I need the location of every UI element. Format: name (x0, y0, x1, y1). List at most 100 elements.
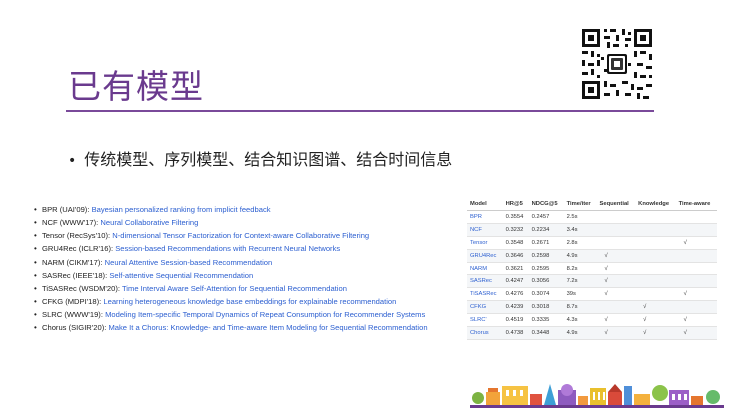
table-row: Tensor 0.3548 0.2671 2.8s √ (467, 236, 717, 250)
table-row: GRU4Rec 0.3646 0.2598 4.9s √ (467, 249, 717, 263)
cell-time-aware (675, 223, 717, 237)
reference-link[interactable]: Neural Attentive Session-based Recommend… (105, 258, 273, 267)
cell-knowledge (635, 249, 676, 263)
header-ndcg5: NDCG@5 (528, 197, 564, 211)
header-knowledge: Knowledge (635, 197, 676, 211)
cell-hr5: 0.4738 (502, 326, 529, 340)
cell-model: CFKG (467, 300, 503, 315)
cell-time: 3.4s (563, 223, 597, 237)
cell-hr5: 0.3646 (502, 249, 529, 263)
reference-name: NARM (CIKM'17): (42, 257, 103, 267)
cell-hr5: 0.4239 (502, 300, 529, 315)
reference-link[interactable]: Self-attentive Sequential Recommendation (109, 271, 253, 280)
cell-time: 2.5s (563, 210, 597, 224)
list-item: • BPR (UAI'09): Bayesian personalized ran… (34, 205, 271, 214)
title-divider (66, 110, 654, 112)
header-model: Model (467, 197, 503, 211)
cell-time: 8.2s (563, 262, 597, 276)
cell-time-aware: √ (675, 326, 717, 340)
cell-time: 4.9s (563, 326, 597, 340)
list-item: • TiSASRec (WSDM'20): Time Interval Aware… (34, 283, 347, 293)
cell-ndcg5: 0.2595 (528, 262, 564, 276)
table-header-row: Model HR@5 NDCG@5 Time/iter Sequential K… (467, 197, 717, 211)
cell-model: GRU4Rec (467, 249, 503, 263)
cell-time: 2.8s (563, 236, 597, 250)
cell-knowledge: √ (635, 326, 676, 340)
cell-time-aware (675, 300, 717, 315)
reference-name: SLRC (WWW'19): (42, 310, 103, 320)
header-time-iter: Time/iter (563, 197, 597, 211)
reference-link[interactable]: Bayesian personalized ranking from impli… (92, 205, 271, 214)
cell-sequential (596, 236, 636, 250)
cell-hr5: 0.3554 (502, 210, 529, 224)
table-row: NCF 0.3232 0.2234 3.4s (467, 223, 717, 237)
cell-model: Chorus (467, 326, 503, 340)
bullet-dot: • (68, 153, 77, 169)
cell-model: SLRC' (467, 313, 503, 328)
table-row: CFKG 0.4239 0.3018 8.7s √ (467, 300, 717, 315)
cell-sequential: √ (596, 249, 636, 263)
cell-knowledge (635, 223, 676, 237)
cell-hr5: 0.3548 (502, 236, 529, 250)
cell-time: 7.2s (563, 274, 597, 289)
bullet-text: 传统模型、序列模型、结合知识图谱、结合时间信息 (84, 150, 453, 169)
cell-ndcg5: 0.3018 (528, 300, 564, 315)
reference-name: GRU4Rec (ICLR'16): (42, 244, 114, 254)
cell-model: SASRec (467, 274, 503, 289)
cell-knowledge (635, 262, 676, 276)
reference-link[interactable]: Neural Collaborative Filtering (100, 218, 198, 227)
reference-list: • BPR (UAI'09): Bayesian personalized ran… (34, 203, 464, 335)
results-table: Model HR@5 NDCG@5 Time/iter Sequential K… (467, 197, 717, 340)
list-item: • CFKG (MDPI'18): Learning heterogeneous … (34, 297, 397, 307)
cell-knowledge (635, 210, 676, 224)
reference-link[interactable]: Learning heterogeneous knowledge base em… (103, 297, 396, 306)
reference-name: CFKG (MDPI'18): (42, 297, 102, 307)
list-item: • Chorus (SIGIR'20): Make It a Chorus: Kn… (34, 323, 428, 333)
cell-model: Tensor (467, 236, 503, 250)
cell-sequential: √ (596, 262, 636, 276)
cell-sequential: √ (596, 313, 636, 328)
table-row: BPR 0.3554 0.2457 2.5s (467, 210, 717, 224)
cell-sequential: √ (596, 274, 636, 289)
cell-time-aware: √ (675, 236, 717, 250)
table-row: TiSASRec 0.4276 0.3074 39s √ √ (467, 287, 717, 302)
header-time-aware: Time-aware (675, 197, 717, 211)
cell-knowledge (635, 287, 676, 302)
list-item: • SASRec (IEEE'18): Self-attentive Sequen… (34, 270, 254, 280)
header-hr5: HR@5 (502, 197, 529, 211)
cell-knowledge (635, 274, 676, 289)
cell-time-aware (675, 210, 717, 224)
cell-sequential (596, 300, 636, 315)
reference-link[interactable]: Modeling Item-specific Temporal Dynamics… (105, 310, 425, 319)
header-sequential: Sequential (596, 197, 636, 211)
reference-link[interactable]: N-dimensional Tensor Factorization for C… (112, 231, 369, 240)
cell-hr5: 0.4276 (502, 287, 529, 302)
cell-ndcg5: 0.3056 (528, 274, 564, 289)
slide-title: 已有模型 (68, 67, 204, 106)
table-row: SLRC' 0.4519 0.3335 4.3s √ √ √ (467, 313, 717, 328)
reference-link[interactable]: Time Interval Aware Self-Attention for S… (122, 284, 347, 293)
cell-hr5: 0.4519 (502, 313, 529, 328)
cell-knowledge: √ (635, 300, 676, 315)
cell-time-aware: √ (675, 287, 717, 302)
cell-time-aware (675, 249, 717, 263)
reference-link[interactable]: Session-based Recommendations with Recur… (115, 244, 340, 253)
cell-ndcg5: 0.2598 (528, 249, 564, 263)
cell-ndcg5: 0.2671 (528, 236, 564, 250)
cell-model: NCF (467, 223, 503, 237)
cell-time-aware: √ (675, 313, 717, 328)
cell-model: TiSASRec (467, 287, 503, 302)
table-row: Chorus 0.4738 0.3448 4.9s √ √ √ (467, 326, 717, 340)
cell-sequential: √ (596, 326, 636, 340)
list-item: • SLRC (WWW'19): Modeling Item-specific T… (34, 310, 426, 320)
cell-ndcg5: 0.3335 (528, 313, 564, 328)
cell-ndcg5: 0.2457 (528, 210, 564, 224)
cell-time: 4.3s (563, 313, 597, 328)
list-item: • NARM (CIKM'17): Neural Attentive Sessio… (34, 257, 273, 267)
cell-hr5: 0.4247 (502, 274, 529, 289)
cell-hr5: 0.3232 (502, 223, 529, 237)
reference-link[interactable]: Make It a Chorus: Knowledge- and Time-aw… (108, 323, 427, 332)
table-row: NARM 0.3621 0.2595 8.2s √ (467, 262, 717, 276)
reference-name: NCF (WWW'17): (42, 218, 99, 228)
cell-ndcg5: 0.2234 (528, 223, 564, 237)
